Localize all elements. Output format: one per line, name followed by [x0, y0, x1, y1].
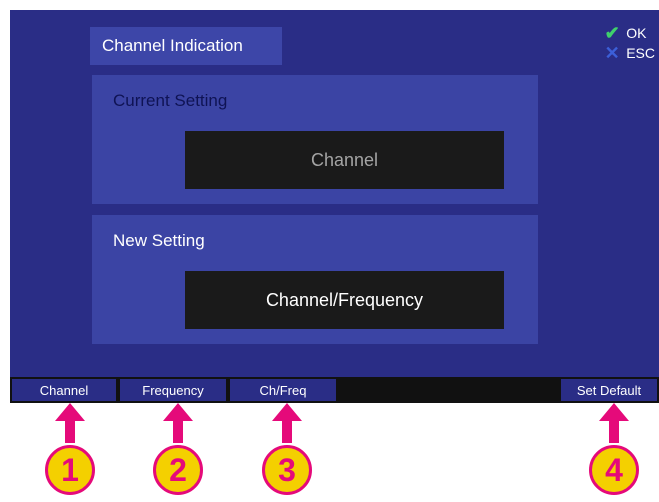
callout-badge-2: 2 [153, 445, 203, 495]
current-setting-value: Channel [185, 131, 504, 189]
arrow-up-icon [272, 403, 302, 443]
arrow-up-icon [163, 403, 193, 443]
current-setting-panel: Current Setting Channel [92, 75, 538, 204]
arrow-up-icon [55, 403, 85, 443]
page-title-text: Channel Indication [102, 36, 243, 55]
esc-button[interactable]: ✕ ESC [602, 43, 655, 63]
current-setting-label: Current Setting [113, 91, 228, 110]
checkmark-icon: ✔ [604, 22, 620, 43]
softkey-ch-freq[interactable]: Ch/Freq [230, 379, 336, 401]
dialog-actions: ✔ OK ✕ ESC [602, 23, 655, 63]
esc-label: ESC [626, 45, 655, 61]
softkey-channel[interactable]: Channel [12, 379, 116, 401]
softkey-frequency[interactable]: Frequency [120, 379, 226, 401]
softkey-set-default[interactable]: Set Default [561, 379, 657, 401]
new-setting-label: New Setting [113, 231, 205, 250]
ok-button[interactable]: ✔ OK [602, 23, 655, 43]
page-title: Channel Indication [90, 27, 282, 65]
new-setting-panel: New Setting Channel/Frequency [92, 215, 538, 344]
arrow-up-icon [599, 403, 629, 443]
callout-badge-1: 1 [45, 445, 95, 495]
x-icon: ✕ [604, 42, 620, 63]
instrument-screen: Channel Indication ✔ OK ✕ ESC Current Se… [10, 10, 659, 403]
ok-label: OK [626, 25, 647, 41]
softkey-bar: Channel Frequency Ch/Freq Set Default [10, 377, 659, 403]
callout-badge-4: 4 [589, 445, 639, 495]
new-setting-value[interactable]: Channel/Frequency [185, 271, 504, 329]
callout-badge-3: 3 [262, 445, 312, 495]
